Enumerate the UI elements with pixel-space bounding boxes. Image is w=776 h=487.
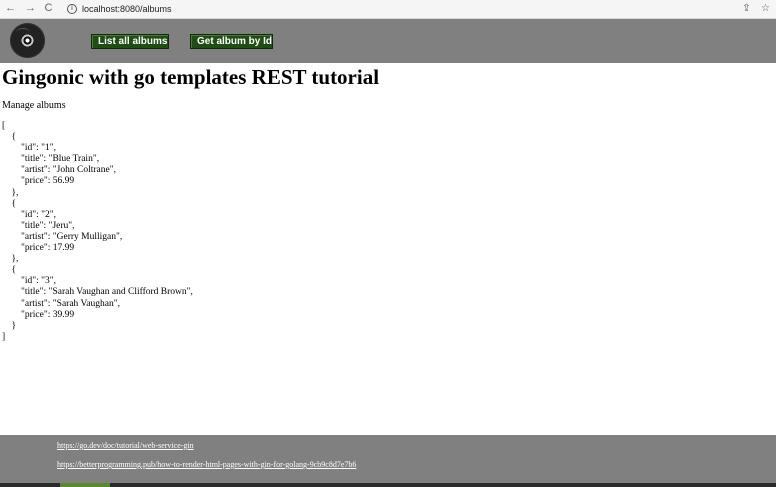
album-price: 17.99: [52, 243, 75, 254]
albums-json-output: [ { "id": "1", "title": "Blue Train", "a…: [2, 121, 193, 342]
forward-icon[interactable]: →: [24, 2, 37, 15]
album-id: 3: [45, 276, 50, 287]
album-title: Blue Train: [52, 154, 93, 165]
album-id: 1: [45, 143, 50, 154]
page-subtitle: Manage albums: [2, 100, 66, 111]
bottom-strip: [0, 483, 776, 487]
back-icon[interactable]: ←: [4, 2, 17, 15]
tutorial-link-betterprogramming[interactable]: https://betterprogramming.pub/how-to-ren…: [57, 460, 356, 469]
share-icon[interactable]: ⇪: [740, 2, 753, 15]
bookmark-star-icon[interactable]: ☆: [759, 2, 772, 15]
reload-icon[interactable]: C: [42, 2, 55, 15]
album-artist: John Coltrane: [56, 165, 110, 176]
address-bar[interactable]: localhost:8080/albums: [82, 3, 172, 15]
site-info-icon[interactable]: i: [67, 4, 77, 14]
album-title: Sarah Vaughan and Clifford Brown: [52, 287, 187, 298]
album-title: Jeru: [52, 220, 69, 231]
get-album-by-id-button[interactable]: Get album by Id: [190, 34, 273, 49]
strip-segment: [60, 483, 110, 487]
tutorial-link-go-dev[interactable]: https://go.dev/doc/tutorial/web-service-…: [57, 441, 194, 450]
list-all-albums-button[interactable]: List all albums: [91, 34, 169, 49]
header-bar: List all albums Get album by Id: [0, 19, 776, 63]
vinyl-record-icon: [10, 23, 45, 58]
album-price: 39.99: [52, 309, 75, 320]
album-price: 56.99: [52, 176, 75, 187]
album-id: 2: [45, 209, 50, 220]
album-artist: Sarah Vaughan: [56, 298, 114, 309]
album-artist: Gerry Mulligan: [56, 231, 117, 242]
browser-toolbar: ← → C i localhost:8080/albums ⇪ ☆: [0, 0, 776, 19]
page-title: Gingonic with go templates REST tutorial: [2, 65, 380, 89]
footer-bar: https://go.dev/doc/tutorial/web-service-…: [0, 435, 776, 483]
